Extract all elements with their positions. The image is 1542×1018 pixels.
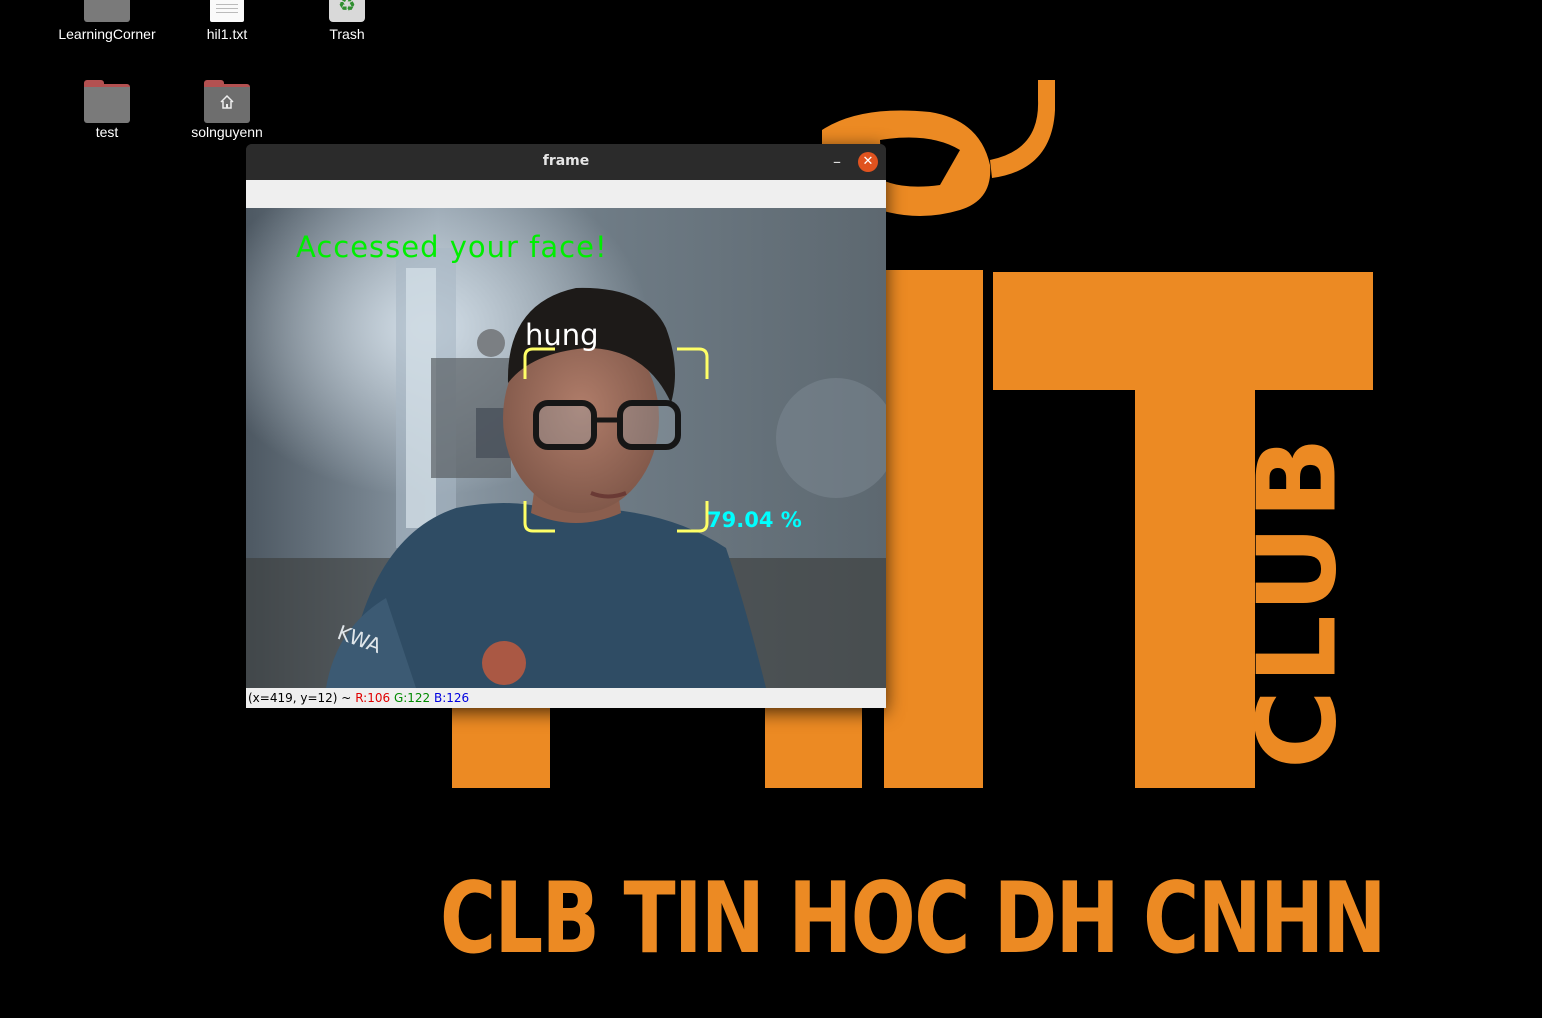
wallpaper-club-text: CLUB xyxy=(1235,430,1361,770)
desktop-icon-trash[interactable]: ♻ Trash xyxy=(287,0,407,42)
window-title: frame xyxy=(542,153,590,169)
access-status-text: Accessed your face! xyxy=(296,230,608,264)
desktop-icon-label: LearningCorner xyxy=(58,26,156,42)
desktop-icon-hil1-txt[interactable]: hil1.txt xyxy=(167,0,287,42)
folder-icon xyxy=(84,0,130,22)
desktop-icon-solnguyenn[interactable]: solnguyenn xyxy=(167,80,287,140)
webcam-image: KWA xyxy=(246,208,886,688)
desktop-icon-label: Trash xyxy=(329,26,365,42)
desktop-icon-label: test xyxy=(95,124,119,140)
frame-window[interactable]: frame – ✕ KWA Accessed your face! hung 7… xyxy=(246,144,886,708)
confidence-text: 79.04 % xyxy=(707,508,802,532)
pixel-green-value: G:122 xyxy=(393,691,431,705)
logo-antenna-shape xyxy=(990,80,1055,178)
text-file-icon xyxy=(210,0,244,22)
desktop-icon-learningcorner[interactable]: LearningCorner xyxy=(47,0,167,42)
trash-icon: ♻ xyxy=(329,0,365,22)
desktop-icon-label: hil1.txt xyxy=(206,26,248,42)
desktop-icon-label: solnguyenn xyxy=(191,124,263,140)
pixel-info-statusbar: (x=419, y=12) ~ R:106 G:122 B:126 xyxy=(246,688,886,708)
desktop-icon-test[interactable]: test xyxy=(47,80,167,140)
close-button[interactable]: ✕ xyxy=(858,152,878,172)
logo-left-bar xyxy=(452,700,550,788)
pixel-blue-value: B:126 xyxy=(434,691,470,705)
window-titlebar[interactable]: frame – ✕ xyxy=(246,144,886,180)
cursor-coords: (x=419, y=12) ~ xyxy=(248,691,352,705)
minimize-button[interactable]: – xyxy=(826,151,848,173)
wallpaper-caption: CLB TIN HOC DH CNHN xyxy=(440,862,1386,976)
pixel-red-value: R:106 xyxy=(355,691,391,705)
home-folder-icon xyxy=(204,80,250,123)
window-toolbar xyxy=(246,180,886,208)
folder-icon xyxy=(84,80,130,123)
webcam-frame[interactable]: KWA Accessed your face! hung 79.04 % xyxy=(246,208,886,688)
recognized-name-text: hung xyxy=(525,318,599,352)
